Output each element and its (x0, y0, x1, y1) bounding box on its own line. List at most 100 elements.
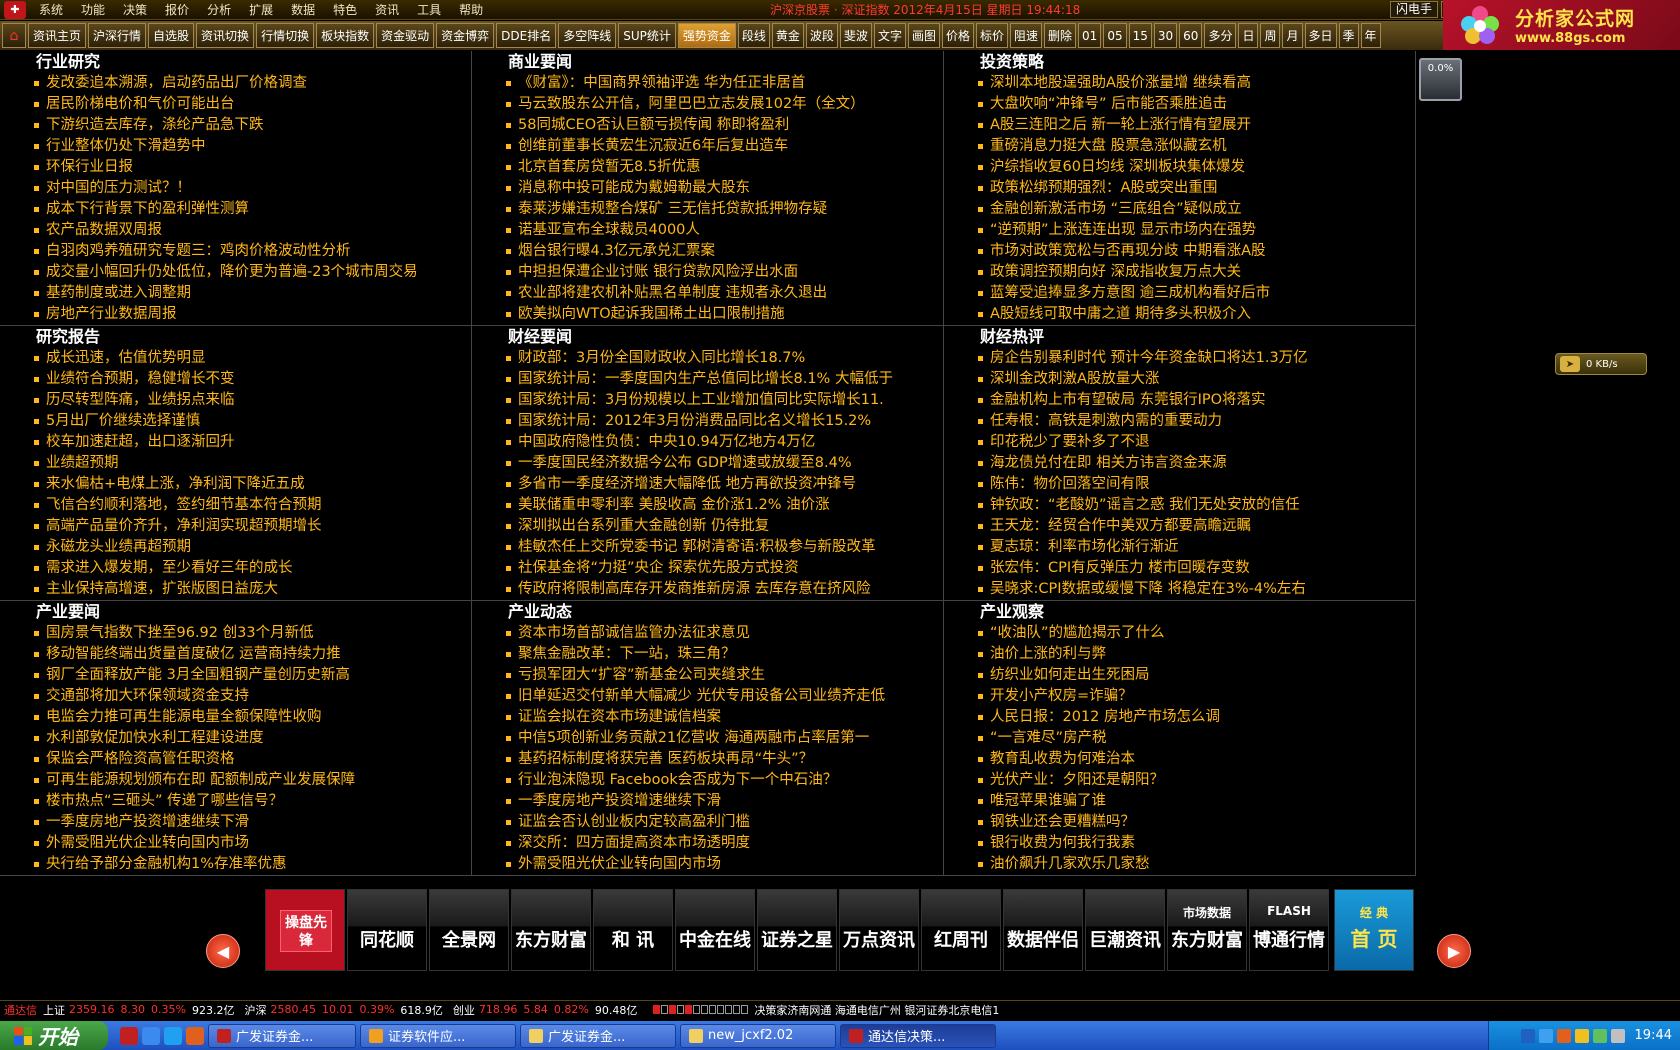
news-item[interactable]: 人民日报：2012 房地产市场怎么调 (978, 707, 1415, 728)
news-item[interactable]: 永磁龙头业绩再超预期 (34, 537, 471, 558)
news-item[interactable]: 纺织业如何走出生死困局 (978, 665, 1415, 686)
menu-item-tools[interactable]: 工具 (408, 1, 450, 18)
news-item[interactable]: “逆预期”上涨连连出现 显示市场内在强势 (978, 220, 1415, 241)
news-item[interactable]: 张宏伟：CPI有反弹压力 楼市回暖存变数 (978, 558, 1415, 579)
news-item[interactable]: 需求进入爆发期，至少看好三年的成长 (34, 558, 471, 579)
news-item[interactable]: 5月出厂价继续选择谨慎 (34, 411, 471, 432)
tb-year[interactable]: 年 (1360, 23, 1381, 48)
news-item[interactable]: 房地产行业数据周报 (34, 304, 471, 325)
tile-link[interactable]: 万点资讯 (839, 889, 919, 971)
news-item[interactable]: 钢铁业还会更糟糕吗？ (978, 812, 1415, 833)
news-item[interactable]: 居民阶梯电价和气价可能出台 (34, 94, 471, 115)
news-item[interactable]: 移动智能终端出货量首度破亿 运营商持续力推 (34, 644, 471, 665)
prev-arrow-icon[interactable]: ◀ (206, 934, 240, 968)
brand-banner[interactable]: 分析家公式网 www.88gs.com (1443, 0, 1680, 50)
flash-trade-button[interactable]: 闪电手 (1390, 1, 1439, 18)
tile-link[interactable]: 和 讯 (593, 889, 673, 971)
news-item[interactable]: 深圳拟出台系列重大金融创新 仍待批复 (506, 516, 943, 537)
news-item[interactable]: 重磅消息力挺大盘 股票急涨似藏玄机 (978, 136, 1415, 157)
news-item[interactable]: 农业部将建农机补贴黑名单制度 违规者永久退出 (506, 283, 943, 304)
news-item[interactable]: 夏志琼：利率市场化渐行渐近 (978, 537, 1415, 558)
tb-week[interactable]: 周 (1260, 23, 1281, 48)
news-item[interactable]: A股短线可取中庸之道 期待多头积极介入 (978, 304, 1415, 325)
tb-quote-switch[interactable]: 行情切换 (256, 23, 315, 48)
tray-icon[interactable] (1556, 1028, 1571, 1043)
tb-delete[interactable]: 删除 (1044, 23, 1077, 48)
news-item[interactable]: 深圳金改刺激A股放量大涨 (978, 369, 1415, 390)
tray-icon[interactable] (1574, 1028, 1589, 1043)
news-item[interactable]: 业绩超预期 (34, 453, 471, 474)
news-item[interactable]: 印花税少了要补多了不退 (978, 432, 1415, 453)
news-item[interactable]: 中国政府隐性负债：中央10.94万亿地方4万亿 (506, 432, 943, 453)
news-item[interactable]: 聚焦金融改革：下一站，珠三角？ (506, 644, 943, 665)
news-item[interactable]: 行业整体仍处下滑趋势中 (34, 136, 471, 157)
server-list[interactable]: 决策家济南网通 海通电信广州 银河证券北京电信1 (754, 1002, 999, 1018)
tile-link[interactable]: 数据伴侣 (1003, 889, 1083, 971)
tray-icon[interactable] (1520, 1028, 1535, 1043)
news-item[interactable]: 教育乱收费为何难治本 (978, 749, 1415, 770)
menu-item-function[interactable]: 功能 (72, 1, 114, 18)
tb-sup-stats[interactable]: SUP统计 (618, 23, 676, 48)
news-item[interactable]: 吴晓求:CPI数据或缓慢下降 将稳定在3%-4%左右 (978, 579, 1415, 600)
news-item[interactable]: 中信5项创新业务贡献21亿营收 海通两融市占率居第一 (506, 728, 943, 749)
news-item[interactable]: 欧美拟向WTO起诉我国稀土出口限制措施 (506, 304, 943, 325)
start-button[interactable]: 开始 (0, 1021, 108, 1050)
tb-day[interactable]: 日 (1238, 23, 1259, 48)
tb-fibonacci[interactable]: 斐波 (839, 23, 872, 48)
news-item[interactable]: 政策松绑预期强烈：A股或突出重围 (978, 178, 1415, 199)
news-item[interactable]: 飞信合约顺利落地，签约细节基本符合预期 (34, 495, 471, 516)
tb-text[interactable]: 文字 (873, 23, 906, 48)
news-item[interactable]: “一言难尽”房产税 (978, 728, 1415, 749)
tb-period-05[interactable]: 05 (1103, 23, 1127, 48)
news-item[interactable]: 一季度房地产投资增速继续下滑 (506, 791, 943, 812)
tile-link[interactable]: 全景网 (429, 889, 509, 971)
news-item[interactable]: 大盘吹响“冲锋号” 后市能否乘胜追击 (978, 94, 1415, 115)
tile-link[interactable]: FLASH 博通行情 (1249, 889, 1329, 971)
news-item[interactable]: 来水偏枯+电煤上涨，净利润下降近五成 (34, 474, 471, 495)
news-item[interactable]: 下游织造去库存，涤纶产品急下跌 (34, 115, 471, 136)
tray-icon[interactable] (1538, 1028, 1553, 1043)
news-item[interactable]: 一季度国民经济数据今公布 GDP增速或放缓至8.4% (506, 453, 943, 474)
news-item[interactable]: 市场对政策宽松与否再现分歧 中期看涨A股 (978, 241, 1415, 262)
tile-link[interactable]: 同花顺 (347, 889, 427, 971)
news-item[interactable]: 油价上涨的利与弊 (978, 644, 1415, 665)
tb-draw[interactable]: 画图 (907, 23, 940, 48)
news-item[interactable]: 唯冠苹果谁骗了谁 (978, 791, 1415, 812)
news-item[interactable]: 成长迅速，估值优势明显 (34, 348, 471, 369)
tb-news-home[interactable]: 资讯主页 (28, 23, 87, 48)
tb-gold[interactable]: 黄金 (771, 23, 804, 48)
news-item[interactable]: 王天龙：经贸合作中美双方都要高瞻远瞩 (978, 516, 1415, 537)
news-item[interactable]: 外需受阻光伏企业转向国内市场 (34, 833, 471, 854)
news-item[interactable]: 业绩符合预期，稳健增长不变 (34, 369, 471, 390)
tb-period-30[interactable]: 30 (1153, 23, 1178, 48)
news-item[interactable]: 基药制度或进入调整期 (34, 283, 471, 304)
news-item[interactable]: 沪综指收复60日均线 深圳板块集体爆发 (978, 157, 1415, 178)
tb-period-15[interactable]: 15 (1128, 23, 1152, 48)
news-item[interactable]: 外需受阻光伏企业转向国内市场 (506, 854, 943, 875)
news-item[interactable]: 政策调控预期向好 深成指收复万点大关 (978, 262, 1415, 283)
news-item[interactable]: 马云致股东公开信，阿里巴巴立志发展102年（全文） (506, 94, 943, 115)
menu-item-help[interactable]: 帮助 (450, 1, 492, 18)
news-item[interactable]: 蓝筹受追捧显多方意图 逾三成机构看好后市 (978, 283, 1415, 304)
tb-quarter[interactable]: 季 (1338, 23, 1359, 48)
news-item[interactable]: 深交所：四方面提高资本市场透明度 (506, 833, 943, 854)
news-item[interactable]: 房企告别暴利时代 预计今年资金缺口将达1.3万亿 (978, 348, 1415, 369)
news-item[interactable]: 证监会否认创业板内定较高盈利门槛 (506, 812, 943, 833)
news-item[interactable]: A股三连阳之后 新一轮上涨行情有望展开 (978, 115, 1415, 136)
app-icon[interactable] (186, 1026, 204, 1045)
tile-link[interactable]: 中金在线 (675, 889, 755, 971)
news-item[interactable]: 水利部敦促加快水利工程建设进度 (34, 728, 471, 749)
news-item[interactable]: 保监会严格险资高管任职资格 (34, 749, 471, 770)
tb-watchlist[interactable]: 自选股 (148, 23, 195, 48)
news-item[interactable]: 光伏产业：夕阳还是朝阳？ (978, 770, 1415, 791)
taskbar-item[interactable]: 广发证券金... (208, 1023, 356, 1048)
tile-link[interactable]: 东方财富 (511, 889, 591, 971)
menu-item-news[interactable]: 资讯 (366, 1, 408, 18)
tb-fund-game[interactable]: 资金博弈 (436, 23, 495, 48)
news-item[interactable]: 多省市一季度经济增速大幅降低 地方再欲投资冲锋号 (506, 474, 943, 495)
news-item[interactable]: 开发小产权房=诈骗？ (978, 686, 1415, 707)
news-item[interactable]: 发改委追本溯源，启动药品出厂价格调查 (34, 73, 471, 94)
news-item[interactable]: 旧单延迟交付新单大幅减少 光伏专用设备公司业绩齐走低 (506, 686, 943, 707)
taskbar-item[interactable]: 广发证券金... (520, 1023, 676, 1048)
browser-icon[interactable] (164, 1026, 182, 1045)
